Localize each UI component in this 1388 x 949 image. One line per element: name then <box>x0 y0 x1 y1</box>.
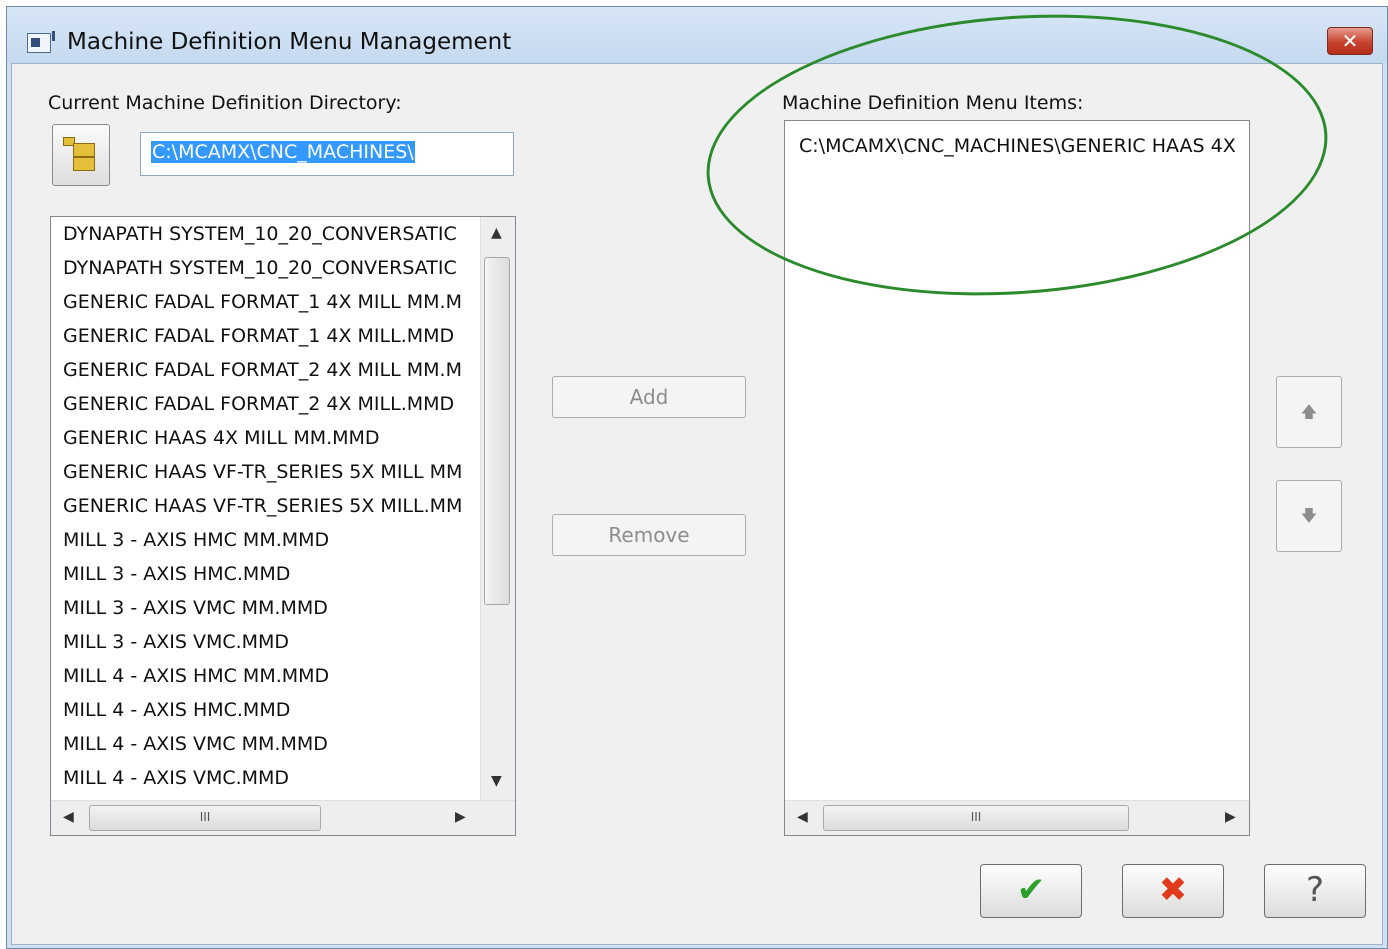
app-icon <box>27 31 55 53</box>
cancel-button[interactable]: ✖ <box>1122 864 1224 918</box>
directory-label: Current Machine Definition Directory: <box>48 92 402 114</box>
file-list-item[interactable]: GENERIC HAAS VF-TR_SERIES 5X MILL.MM <box>51 489 462 523</box>
checkmark-icon: ✔ <box>1016 870 1046 910</box>
file-list-item[interactable]: MILL 4 - AXIS VMC.MMD <box>51 761 462 795</box>
title-bar[interactable]: Machine Definition Menu Management ✕ <box>7 7 1387 63</box>
menu-list-horizontal-thumb[interactable]: III <box>823 805 1129 831</box>
file-list-item[interactable]: MILL 4 - AXIS HMC MM.MMD <box>51 659 462 693</box>
menu-items-list[interactable]: C:\MCAMX\CNC_MACHINES\GENERIC HAAS 4X ◀ … <box>784 120 1250 836</box>
browse-directory-button[interactable] <box>52 124 110 186</box>
menu-items-label: Machine Definition Menu Items: <box>782 92 1084 114</box>
file-list-item[interactable]: GENERIC FADAL FORMAT_1 4X MILL.MMD <box>51 319 462 353</box>
file-list-item[interactable]: GENERIC FADAL FORMAT_2 4X MILL MM.M <box>51 353 462 387</box>
file-list-item[interactable]: GENERIC HAAS 4X MILL MM.MMD <box>51 421 462 455</box>
window-title: Machine Definition Menu Management <box>67 29 512 55</box>
file-list-item[interactable]: DYNAPATH SYSTEM_10_20_CONVERSATIC <box>51 217 462 251</box>
menu-list-horizontal-scrollbar[interactable]: ◀ III ▶ <box>785 800 1249 835</box>
file-list-horizontal-thumb[interactable]: III <box>89 805 321 831</box>
add-button[interactable]: Add <box>552 376 746 418</box>
move-up-button[interactable]: 🡅 <box>1276 376 1342 448</box>
file-list-item[interactable]: MILL 4 - AXIS HMC.MMD <box>51 693 462 727</box>
file-list-item[interactable]: MILL 3 - AXIS HMC MM.MMD <box>51 523 462 557</box>
file-list-vertical-thumb[interactable] <box>484 257 510 605</box>
machine-definition-dialog: Machine Definition Menu Management ✕ Cur… <box>6 6 1388 949</box>
scroll-up-arrow-icon[interactable]: ▲ <box>491 225 502 241</box>
arrow-up-icon: 🡅 <box>1300 402 1318 421</box>
question-mark-icon: ? <box>1305 870 1325 910</box>
file-list-item[interactable]: GENERIC HAAS VF-TR_SERIES 5X MILL MM <box>51 455 462 489</box>
machine-file-list[interactable]: DYNAPATH SYSTEM_10_20_CONVERSATIC DYNAPAT… <box>50 216 516 836</box>
file-list-item[interactable]: MILL 3 - AXIS VMC.MMD <box>51 625 462 659</box>
folder-tree-icon <box>63 137 99 171</box>
file-list-item[interactable]: DYNAPATH SYSTEM_10_20_CONVERSATIC <box>51 251 462 285</box>
file-list-horizontal-scrollbar[interactable]: ◀ III ▶ <box>51 800 515 835</box>
scroll-down-arrow-icon[interactable]: ▼ <box>491 773 502 789</box>
arrow-down-icon: 🡇 <box>1300 506 1318 525</box>
file-list-item[interactable]: MILL 4 - AXIS VMC MM.MMD <box>51 727 462 761</box>
scroll-right-arrow-icon[interactable]: ▶ <box>455 809 466 825</box>
directory-field-text: C:\MCAMX\CNC_MACHINES\ <box>151 141 415 163</box>
close-button[interactable]: ✕ <box>1327 27 1373 55</box>
red-x-icon: ✖ <box>1158 870 1188 910</box>
file-list-item[interactable]: MILL 3 - AXIS HMC.MMD <box>51 557 462 591</box>
ok-button[interactable]: ✔ <box>980 864 1082 918</box>
dialog-client-area: Current Machine Definition Directory: C:… <box>11 7 1383 945</box>
file-list-item[interactable]: GENERIC FADAL FORMAT_1 4X MILL MM.M <box>51 285 462 319</box>
menu-item[interactable]: C:\MCAMX\CNC_MACHINES\GENERIC HAAS 4X <box>799 135 1236 157</box>
file-list-vertical-scrollbar[interactable]: ▲ ▼ <box>480 217 515 801</box>
help-button[interactable]: ? <box>1264 864 1366 918</box>
file-list-item[interactable]: MILL 3 - AXIS VMC MM.MMD <box>51 591 462 625</box>
file-list-item[interactable]: GENERIC FADAL FORMAT_2 4X MILL.MMD <box>51 387 462 421</box>
move-down-button[interactable]: 🡇 <box>1276 480 1342 552</box>
file-items: DYNAPATH SYSTEM_10_20_CONVERSATIC DYNAPAT… <box>51 217 462 795</box>
scroll-left-arrow-icon[interactable]: ◀ <box>63 809 74 825</box>
scroll-left-arrow-icon[interactable]: ◀ <box>797 809 808 825</box>
remove-button[interactable]: Remove <box>552 514 746 556</box>
directory-field[interactable]: C:\MCAMX\CNC_MACHINES\ <box>140 132 514 176</box>
scroll-right-arrow-icon[interactable]: ▶ <box>1225 809 1236 825</box>
